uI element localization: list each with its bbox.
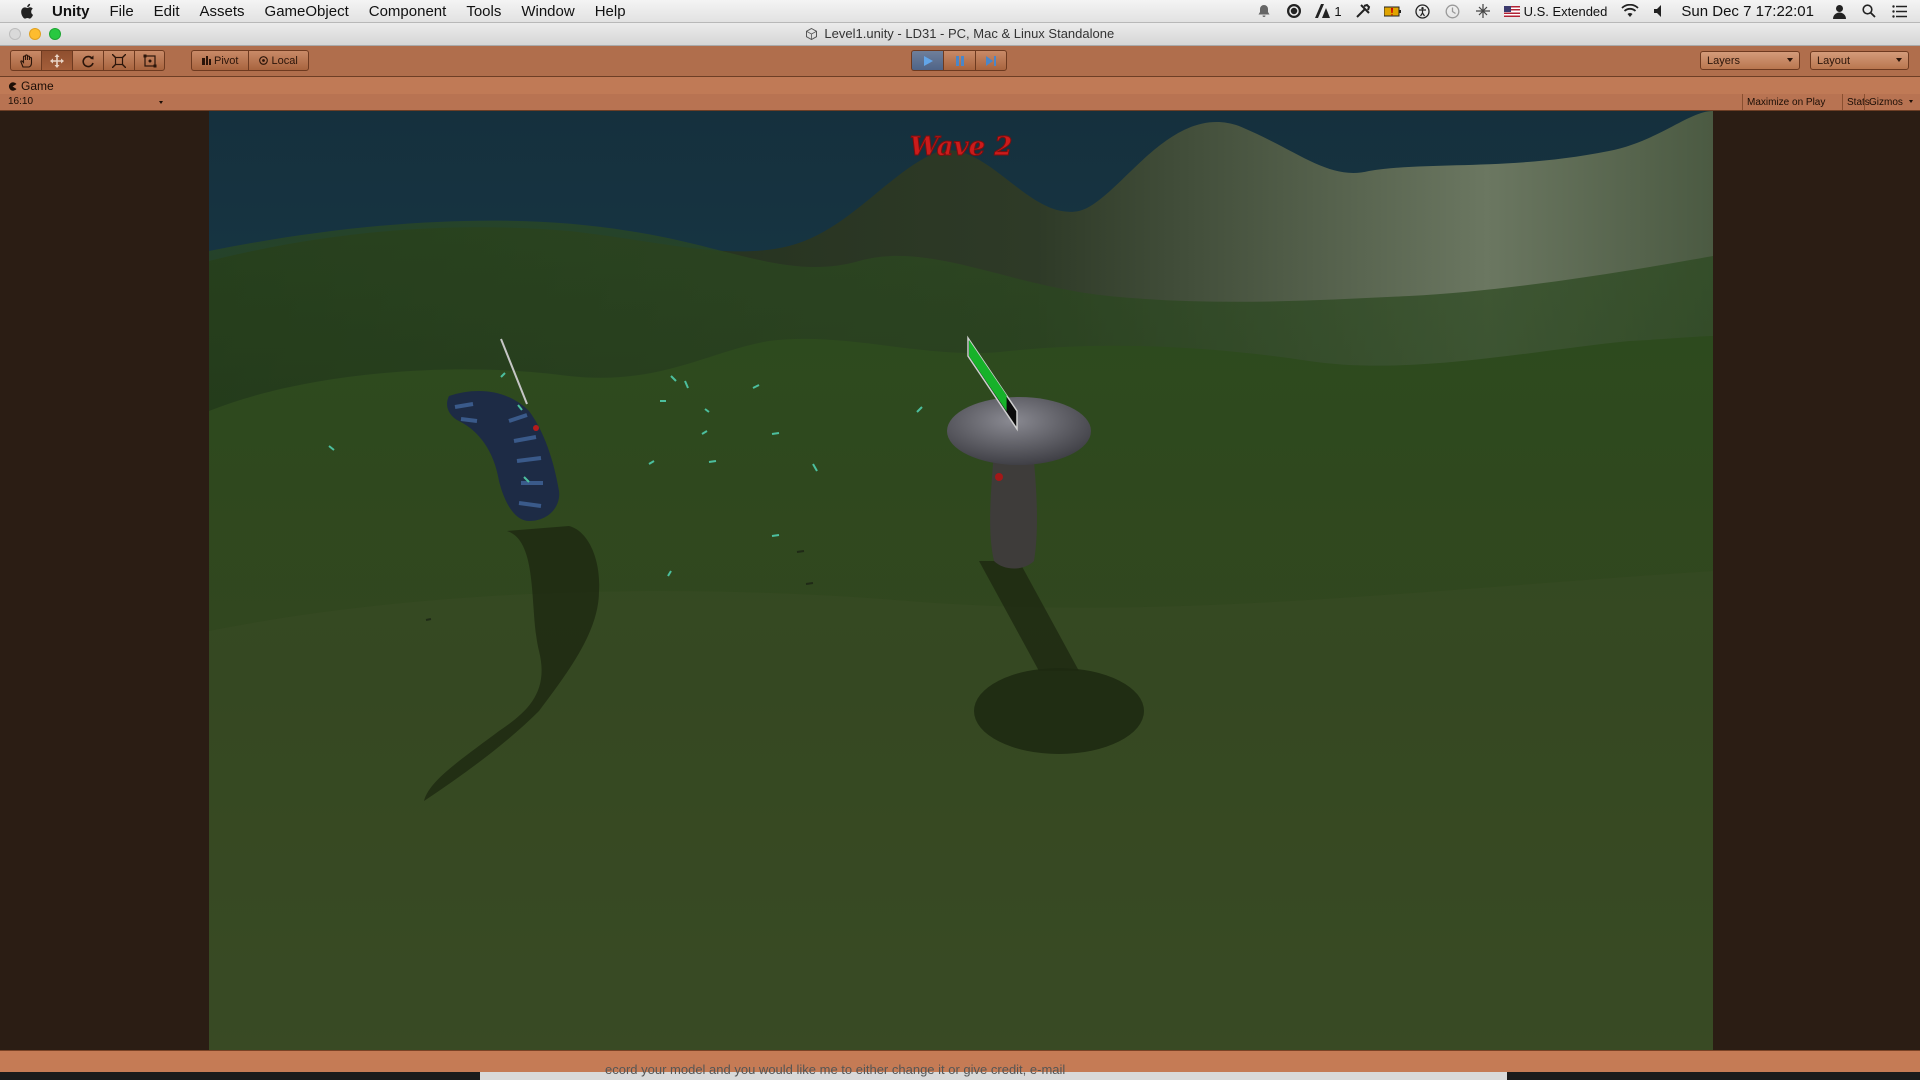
tab-game-label: Game xyxy=(21,79,54,93)
tools-icon[interactable] xyxy=(1354,2,1372,20)
game-tab-row: Game xyxy=(0,77,1920,168)
local-label: Local xyxy=(271,54,298,67)
rotate-tool-button[interactable] xyxy=(72,50,103,71)
app-menu-unity[interactable]: Unity xyxy=(52,3,90,20)
tab-game[interactable]: Game xyxy=(8,79,54,93)
menu-bar: Unity File Edit Assets GameObject Compon… xyxy=(0,0,1920,23)
mushroom-cap xyxy=(947,397,1091,465)
notification-center-icon[interactable] xyxy=(1890,2,1908,20)
chevron-down-icon xyxy=(1896,58,1902,62)
notification-count: 1 xyxy=(1334,3,1342,19)
chevron-down-icon xyxy=(1909,100,1913,103)
window-title: Level1.unity - LD31 - PC, Mac & Linux St… xyxy=(824,26,1115,41)
menu-file[interactable]: File xyxy=(110,3,134,20)
play-button[interactable] xyxy=(911,50,943,71)
local-icon xyxy=(259,56,269,65)
pacman-game-icon xyxy=(8,81,17,91)
pivot-toggle-button[interactable]: Pivot xyxy=(191,50,249,71)
time-machine-icon[interactable] xyxy=(1444,2,1462,20)
wifi-icon[interactable] xyxy=(1621,2,1640,20)
us-flag-icon xyxy=(1503,5,1520,17)
pause-button[interactable] xyxy=(943,50,975,71)
scale-tool-button[interactable] xyxy=(103,50,134,71)
chevron-down-icon xyxy=(159,101,163,104)
notification-bell-icon[interactable] xyxy=(1255,2,1273,20)
aspect-ratio-label: 16:10 xyxy=(8,96,34,107)
pause-icon xyxy=(955,55,964,66)
rect-transform-icon xyxy=(143,54,156,67)
mushroom-shadow xyxy=(974,668,1144,754)
bluetooth-network-icon[interactable] xyxy=(1474,2,1492,20)
game-control-bar: 16:10 Maximize on Play Stats Gizmos xyxy=(0,94,1920,111)
step-icon xyxy=(986,55,996,66)
move-tool-button[interactable] xyxy=(41,50,72,71)
apple-icon[interactable] xyxy=(18,0,38,22)
menu-edit[interactable]: Edit xyxy=(154,3,180,20)
input-source-menu[interactable]: U.S. Extended xyxy=(1503,3,1608,19)
play-controls xyxy=(911,50,1007,71)
input-source-label: U.S. Extended xyxy=(1523,3,1608,19)
volume-icon[interactable] xyxy=(1651,2,1669,20)
eye xyxy=(533,425,539,431)
unity-scene-icon xyxy=(805,28,817,40)
menu-component[interactable]: Component xyxy=(369,3,447,20)
maximize-on-play-label: Maximize on Play xyxy=(1747,96,1826,108)
mushroom-spot xyxy=(995,473,1003,481)
pivot-icon xyxy=(202,56,211,65)
user-icon[interactable] xyxy=(1830,2,1848,20)
window-title-bar[interactable]: Level1.unity - LD31 - PC, Mac & Linux St… xyxy=(0,23,1920,46)
game-scene[interactable]: Wave 2 xyxy=(209,111,1713,1050)
gizmos-label: Gizmos xyxy=(1869,96,1903,108)
chevron-down-icon xyxy=(1787,58,1793,62)
menu-window[interactable]: Window xyxy=(521,3,574,20)
menubar-clock[interactable]: Sun Dec 7 17:22:01 xyxy=(1681,3,1814,20)
layers-dropdown[interactable]: Layers xyxy=(1700,51,1800,70)
layout-label: Layout xyxy=(1817,54,1851,67)
game-viewport[interactable]: Wave 2 xyxy=(209,111,1713,1050)
foreground-slope xyxy=(209,571,1713,1050)
gizmos-dropdown[interactable]: Gizmos xyxy=(1864,94,1916,110)
local-toggle-button[interactable]: Local xyxy=(248,50,309,71)
pivot-toggles: Pivot Local xyxy=(191,50,309,71)
menu-gameobject[interactable]: GameObject xyxy=(265,3,349,20)
spotlight-search-icon[interactable] xyxy=(1860,2,1878,20)
maximize-on-play-toggle[interactable]: Maximize on Play xyxy=(1742,94,1842,110)
stats-toggle[interactable]: Stats xyxy=(1842,94,1870,110)
menu-tools[interactable]: Tools xyxy=(466,3,501,20)
accessibility-icon[interactable] xyxy=(1414,2,1432,20)
hand-tool-button[interactable] xyxy=(10,50,41,71)
background-document-text: ecord your model and you would like me t… xyxy=(605,1062,1066,1077)
menu-assets[interactable]: Assets xyxy=(200,3,245,20)
transform-tools xyxy=(10,50,165,71)
sync-globe-icon[interactable] xyxy=(1285,2,1303,20)
adobe-updater-icon[interactable]: 1 xyxy=(1315,2,1342,20)
play-icon xyxy=(923,55,933,66)
mushroom-stem xyxy=(990,451,1037,569)
move-arrows-icon xyxy=(50,53,64,68)
rotate-icon xyxy=(82,55,94,67)
pivot-label: Pivot xyxy=(214,54,239,67)
hand-icon xyxy=(20,53,33,68)
wave-counter: Wave 2 xyxy=(910,132,1013,162)
layout-dropdown[interactable]: Layout xyxy=(1810,51,1909,70)
warning-battery-icon[interactable] xyxy=(1383,2,1402,20)
scale-icon xyxy=(112,53,126,68)
layers-label: Layers xyxy=(1707,54,1741,67)
step-button[interactable] xyxy=(975,50,1007,71)
unity-toolbar: Pivot Local Layers Layout xyxy=(0,46,1920,77)
menu-help[interactable]: Help xyxy=(595,3,626,20)
aspect-ratio-dropdown[interactable]: 16:10 xyxy=(8,96,163,107)
game-view-frame: Wave 2 xyxy=(0,111,1920,1050)
rect-tool-button[interactable] xyxy=(134,50,165,71)
